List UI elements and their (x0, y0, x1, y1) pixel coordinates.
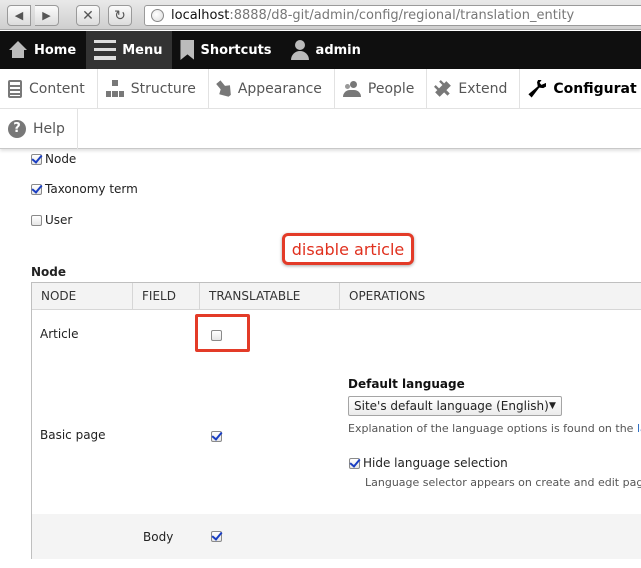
tray-item-label: Extend (458, 80, 508, 97)
entity-type-taxonomy-term[interactable]: Taxonomy term (31, 182, 138, 196)
home-icon (8, 40, 28, 60)
toolbar-menu-label: Menu (122, 42, 163, 58)
checkbox-label: User (45, 213, 73, 227)
tray-item-configuration[interactable]: Configurat (520, 69, 641, 108)
checkbox-checked[interactable] (349, 457, 360, 469)
puzzle-icon (432, 77, 455, 100)
reload-button[interactable]: ↻ (108, 5, 132, 26)
back-arrow-icon: ◀ (14, 9, 24, 22)
admin-toolbar: Home Menu Shortcuts admin (0, 31, 641, 69)
select-value: Site's default language (English) (354, 399, 549, 413)
table-cell-field: Body (143, 530, 174, 544)
toolbar-shortcuts[interactable]: Shortcuts (172, 31, 281, 69)
tray-row: Content Structure Appearance People Exte… (0, 69, 641, 109)
tray-item-label: Configurat (553, 80, 637, 97)
checkbox-checked[interactable] (31, 183, 42, 195)
tray-item-label: Structure (130, 80, 196, 97)
tray-item-appearance[interactable]: Appearance (209, 69, 335, 108)
table-header: NODE FIELD TRANSLATABLE OPERATIONS (32, 283, 641, 310)
address-bar[interactable]: localhost:8888/d8-git/admin/config/regio… (144, 5, 641, 26)
column-header-translatable: TRANSLATABLE (200, 283, 340, 310)
tray-row: ? Help (0, 109, 78, 149)
hamburger-menu-icon (94, 40, 117, 60)
admin-menu-tray: Content Structure Appearance People Exte… (0, 69, 641, 149)
table-row-body (32, 514, 641, 559)
toolbar-shortcuts-label: Shortcuts (200, 42, 272, 58)
tray-item-extend[interactable]: Extend (427, 69, 521, 108)
table-cell-node: Basic page (40, 428, 106, 442)
tray-item-help[interactable]: ? Help (0, 109, 78, 149)
toolbar-menu[interactable]: Menu (86, 31, 173, 69)
forward-button[interactable]: ▶ (35, 5, 59, 26)
language-options-link[interactable]: la (637, 422, 641, 435)
close-icon: ✕ (82, 7, 94, 24)
user-icon (290, 40, 310, 60)
default-language-select[interactable]: Site's default language (English) ▼ (348, 396, 562, 416)
translation-settings-table: NODE FIELD TRANSLATABLE OPERATIONS (31, 282, 641, 559)
paintbrush-icon (213, 77, 235, 100)
url-host: localhost (171, 8, 230, 23)
toolbar-user[interactable]: admin (282, 31, 371, 69)
tray-item-structure[interactable]: Structure (98, 69, 209, 108)
tray-item-label: Content (29, 80, 85, 97)
checkbox-checked[interactable] (31, 153, 42, 165)
explanation-text: Explanation of the language options is f… (348, 422, 637, 435)
toolbar-home-label: Home (34, 42, 77, 58)
annotation-callout: disable article (282, 233, 414, 265)
entity-type-node[interactable]: Node (31, 152, 76, 166)
chevron-down-icon: ▼ (549, 401, 556, 411)
tray-item-label: Help (33, 121, 65, 137)
help-icon: ? (8, 120, 26, 138)
hide-language-selection[interactable]: Hide language selection (349, 456, 508, 470)
bookmark-icon (180, 40, 195, 60)
column-header-operations: OPERATIONS (349, 289, 426, 303)
checkbox-label: Node (45, 152, 77, 166)
entity-type-user[interactable]: User (31, 213, 72, 227)
checkbox-unchecked[interactable] (31, 214, 42, 226)
highlight-box (195, 314, 250, 352)
document-icon (8, 79, 22, 98)
globe-icon (151, 9, 164, 22)
tray-item-content[interactable]: Content (0, 69, 98, 108)
column-header-node: NODE (32, 283, 133, 310)
people-icon (342, 80, 361, 98)
checkbox-label: Taxonomy term (45, 182, 138, 196)
default-language-label: Default language (348, 377, 465, 391)
tray-item-people[interactable]: People (335, 69, 428, 108)
browser-chrome: ◀ ▶ ✕ ↻ localhost:8888/d8-git/admin/conf… (0, 0, 641, 30)
language-options-explanation: Explanation of the language options is f… (348, 422, 641, 435)
table-cell-node: Article (40, 327, 79, 341)
translatable-checkbox-body[interactable] (211, 531, 222, 542)
translatable-checkbox-basic-page[interactable] (211, 431, 222, 442)
stop-button[interactable]: ✕ (76, 5, 100, 26)
section-title: Node (31, 265, 67, 279)
url-path: :8888/d8-git/admin/config/regional/trans… (229, 8, 575, 23)
checkbox-label: Hide language selection (363, 456, 508, 470)
back-button[interactable]: ◀ (7, 5, 31, 26)
toolbar-home[interactable]: Home (0, 31, 86, 69)
tray-item-label: People (367, 80, 415, 97)
wrench-icon (528, 79, 547, 98)
sitemap-icon (105, 79, 124, 98)
reload-icon: ↻ (114, 7, 126, 24)
tray-item-label: Appearance (237, 80, 322, 97)
toolbar-user-label: admin (315, 42, 361, 58)
forward-arrow-icon: ▶ (42, 9, 51, 22)
language-selector-description: Language selector appears on create and … (365, 476, 641, 489)
column-header-field: FIELD (133, 283, 200, 310)
